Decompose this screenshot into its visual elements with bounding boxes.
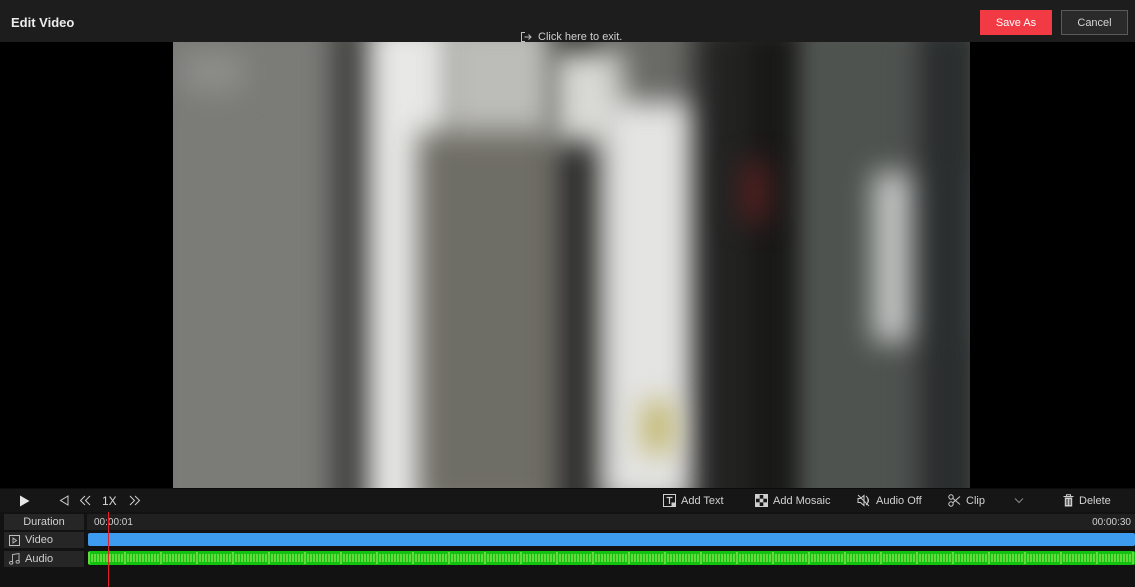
cancel-button[interactable]: Cancel [1061, 10, 1128, 35]
rewind-icon [79, 495, 91, 506]
add-text-label: Add Text [681, 494, 724, 507]
music-note-icon [9, 553, 20, 565]
video-track-text: Video [25, 534, 53, 546]
time-ruler[interactable]: 00:00:01 00:00:30 [87, 514, 1135, 530]
save-as-button[interactable]: Save As [980, 10, 1052, 35]
speed-label: 1X [102, 493, 117, 508]
audio-track-text: Audio [25, 553, 54, 565]
video-track-icon [9, 534, 20, 546]
clip-label: Clip [966, 494, 985, 507]
fast-forward-button[interactable] [129, 489, 141, 512]
rewind-button[interactable] [79, 489, 91, 512]
editor-toolbar: 1X Add Text Add Mosaic Audio Off Clip De… [0, 489, 1135, 512]
delete-label: Delete [1079, 494, 1111, 507]
video-preview: Click here to exit. [0, 31, 1135, 488]
audio-off-label: Audio Off [876, 494, 922, 507]
audio-waveform-bars [88, 552, 1134, 564]
audio-track-label: Audio [4, 551, 84, 567]
audio-waveform [88, 552, 1134, 564]
audio-track[interactable] [88, 551, 1135, 565]
speaker-off-icon [857, 494, 870, 507]
playhead[interactable] [108, 512, 109, 587]
add-text-icon [663, 494, 676, 507]
speed-selector[interactable]: 1X [102, 489, 117, 512]
step-back-button[interactable] [59, 489, 69, 512]
video-track[interactable] [88, 533, 1135, 546]
duration-label: Duration [23, 516, 65, 528]
window-title: Edit Video [11, 15, 75, 30]
play-button[interactable] [19, 489, 30, 512]
clip-dropdown[interactable] [1014, 489, 1024, 512]
time-end: 00:00:30 [1092, 517, 1131, 528]
mosaic-icon [755, 494, 768, 507]
clip-button[interactable]: Clip [948, 489, 985, 512]
add-mosaic-label: Add Mosaic [773, 494, 831, 507]
exit-hint-label: Click here to exit. [538, 31, 623, 43]
delete-button[interactable]: Delete [1063, 489, 1111, 512]
time-start: 00:00:01 [94, 517, 133, 528]
video-track-label: Video [4, 532, 84, 548]
exit-icon [521, 32, 532, 42]
trash-icon [1063, 494, 1074, 507]
fast-forward-icon [129, 495, 141, 506]
step-back-icon [59, 495, 69, 506]
add-mosaic-button[interactable]: Add Mosaic [755, 489, 830, 512]
scissors-icon [948, 494, 961, 507]
chevron-down-icon [1014, 498, 1024, 504]
play-icon [20, 495, 30, 506]
timeline: Duration 00:00:01 00:00:30 Video Audio [0, 512, 1135, 587]
add-text-button[interactable]: Add Text [663, 489, 724, 512]
duration-label-cell: Duration [4, 514, 84, 530]
video-frame [173, 42, 970, 488]
exit-hint[interactable]: Click here to exit. [520, 30, 622, 44]
audio-off-button[interactable]: Audio Off [857, 489, 922, 512]
